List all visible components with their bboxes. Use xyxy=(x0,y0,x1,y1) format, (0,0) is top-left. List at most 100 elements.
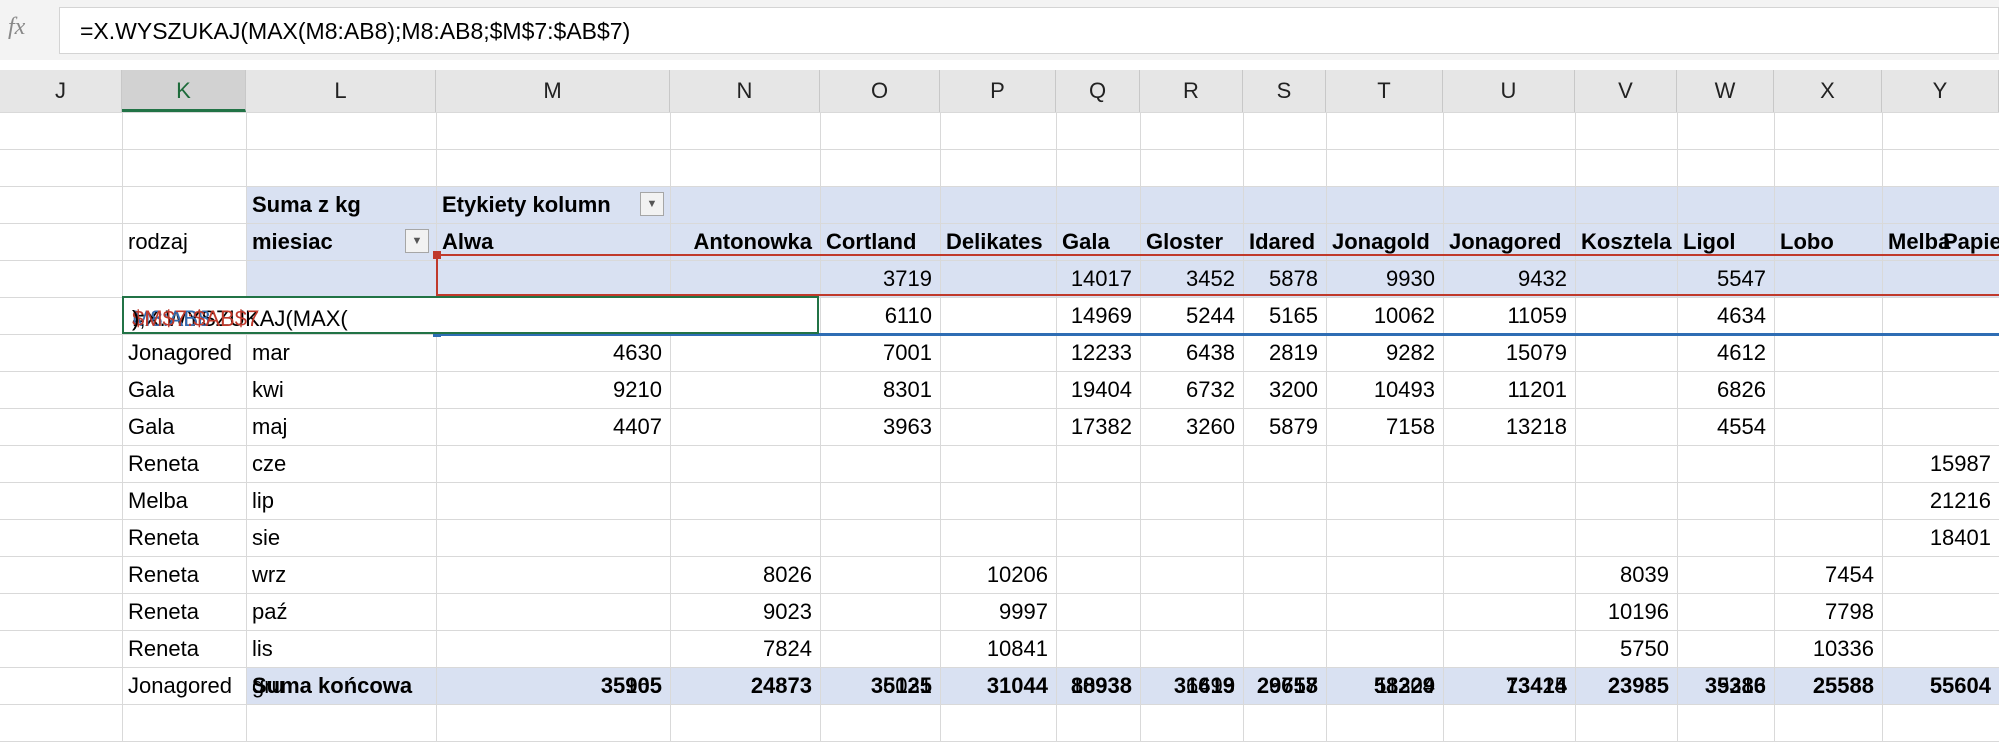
pivot-value-cell[interactable]: 5750 xyxy=(1575,630,1677,667)
grand-total-cell[interactable]: 58229 xyxy=(1326,667,1443,704)
pivot-value-cell[interactable]: 10493 xyxy=(1326,371,1443,408)
column-header-n[interactable]: N xyxy=(670,70,820,112)
row-filter-dropdown-icon[interactable]: ▼ xyxy=(405,229,429,253)
worksheet-grid[interactable]: JKLMNOPQRSTUVWXY Suma z kg Etykiety kolum… xyxy=(0,70,1999,742)
rodzaj-cell[interactable]: Reneta xyxy=(122,593,246,630)
function-icon[interactable]: fx xyxy=(8,14,25,41)
column-header-t[interactable]: T xyxy=(1326,70,1443,112)
pivot-value-cell[interactable]: 13218 xyxy=(1443,408,1575,445)
pivot-value-cell[interactable]: 6110 xyxy=(820,297,940,334)
pivot-value-cell[interactable]: 10062 xyxy=(1326,297,1443,334)
pivot-value-cell[interactable]: 5879 xyxy=(1243,408,1326,445)
grand-total-cell[interactable]: 24873 xyxy=(670,667,820,704)
pivot-value-cell[interactable]: 6826 xyxy=(1677,371,1774,408)
grand-total-cell[interactable]: 35905 xyxy=(436,667,670,704)
pivot-value-cell[interactable]: 10196 xyxy=(1575,593,1677,630)
rodzaj-cell[interactable]: Gala xyxy=(122,408,246,445)
column-header-u[interactable]: U xyxy=(1443,70,1575,112)
month-label[interactable]: paź xyxy=(246,593,436,630)
rodzaj-cell[interactable]: Jonagored xyxy=(122,667,246,704)
helper-header-rodzaj[interactable]: rodzaj xyxy=(122,223,246,260)
pivot-value-cell[interactable]: 10336 xyxy=(1774,630,1882,667)
pivot-value-cell[interactable]: 9282 xyxy=(1326,334,1443,371)
pivot-value-cell[interactable]: 7001 xyxy=(820,334,940,371)
month-label[interactable]: mar xyxy=(246,334,436,371)
pivot-value-cell[interactable]: 10841 xyxy=(940,630,1056,667)
month-label[interactable]: sie xyxy=(246,519,436,556)
pivot-value-cell[interactable]: 8301 xyxy=(820,371,940,408)
pivot-value-cell[interactable]: 4612 xyxy=(1677,334,1774,371)
pivot-value-cell[interactable]: 9023 xyxy=(670,593,820,630)
grand-total-cell[interactable]: 29658 xyxy=(1243,667,1326,704)
grand-total-cell[interactable]: 25588 xyxy=(1774,667,1882,704)
column-header-o[interactable]: O xyxy=(820,70,940,112)
grand-total-cell[interactable]: 31619 xyxy=(1140,667,1243,704)
rodzaj-cell[interactable]: Reneta xyxy=(122,630,246,667)
pivot-columns-label[interactable]: Etykiety kolumn xyxy=(436,186,670,223)
pivot-value-cell[interactable]: 6438 xyxy=(1140,334,1243,371)
month-label[interactable]: lip xyxy=(246,482,436,519)
month-label[interactable]: cze xyxy=(246,445,436,482)
column-header-r[interactable]: R xyxy=(1140,70,1243,112)
pivot-value-cell[interactable]: 4554 xyxy=(1677,408,1774,445)
rodzaj-cell[interactable]: Reneta xyxy=(122,445,246,482)
column-header-x[interactable]: X xyxy=(1774,70,1882,112)
pivot-value-cell[interactable]: 3963 xyxy=(820,408,940,445)
pivot-value-cell[interactable]: 21216 xyxy=(1882,482,1999,519)
rodzaj-cell[interactable]: Melba xyxy=(122,482,246,519)
grand-total-cell[interactable]: 35125 xyxy=(820,667,940,704)
pivot-value-cell[interactable]: 10206 xyxy=(940,556,1056,593)
pivot-value-cell[interactable]: 3200 xyxy=(1243,371,1326,408)
pivot-value-cell[interactable]: 15079 xyxy=(1443,334,1575,371)
pivot-value-cell[interactable]: 3260 xyxy=(1140,408,1243,445)
pivot-value-cell[interactable]: 11059 xyxy=(1443,297,1575,334)
month-label[interactable]: kwi xyxy=(246,371,436,408)
column-header-j[interactable]: J xyxy=(0,70,122,112)
pivot-value-cell[interactable]: 15987 xyxy=(1882,445,1999,482)
pivot-value-cell[interactable]: 17382 xyxy=(1056,408,1140,445)
pivot-value-cell[interactable]: 12233 xyxy=(1056,334,1140,371)
pivot-value-cell[interactable]: 18401 xyxy=(1882,519,1999,556)
pivot-value-cell[interactable]: 4634 xyxy=(1677,297,1774,334)
rodzaj-cell[interactable]: Gala xyxy=(122,371,246,408)
pivot-value-cell[interactable]: 6732 xyxy=(1140,371,1243,408)
column-header-y[interactable]: Y xyxy=(1882,70,1999,112)
grand-total-cell[interactable]: 73414 xyxy=(1443,667,1575,704)
pivot-value-cell[interactable]: 5165 xyxy=(1243,297,1326,334)
month-label[interactable]: lis xyxy=(246,630,436,667)
rodzaj-cell[interactable]: Jonagored xyxy=(122,334,246,371)
grand-total-cell[interactable]: 35386 xyxy=(1677,667,1774,704)
pivot-value-cell[interactable]: 9210 xyxy=(436,371,670,408)
pivot-value-cell[interactable]: 2819 xyxy=(1243,334,1326,371)
pivot-value-cell[interactable]: 8026 xyxy=(670,556,820,593)
column-header-k[interactable]: K xyxy=(122,70,246,112)
month-label[interactable]: wrz xyxy=(246,556,436,593)
grand-total-cell[interactable]: 31044 xyxy=(940,667,1056,704)
pivot-value-cell[interactable]: 14969 xyxy=(1056,297,1140,334)
column-filter-dropdown-icon[interactable]: ▼ xyxy=(640,192,664,216)
pivot-value-cell[interactable]: 4407 xyxy=(436,408,670,445)
column-header-v[interactable]: V xyxy=(1575,70,1677,112)
column-header-w[interactable]: W xyxy=(1677,70,1774,112)
pivot-value-cell[interactable]: 7158 xyxy=(1326,408,1443,445)
pivot-value-cell[interactable]: 11201 xyxy=(1443,371,1575,408)
pivot-value-cell[interactable]: 9997 xyxy=(940,593,1056,630)
column-header-s[interactable]: S xyxy=(1243,70,1326,112)
pivot-value-cell[interactable]: 8039 xyxy=(1575,556,1677,593)
pivot-value-cell[interactable]: 5244 xyxy=(1140,297,1243,334)
rodzaj-cell[interactable]: Reneta xyxy=(122,519,246,556)
column-header-m[interactable]: M xyxy=(436,70,670,112)
column-header-p[interactable]: P xyxy=(940,70,1056,112)
rodzaj-cell[interactable]: Reneta xyxy=(122,556,246,593)
pivot-value-cell[interactable]: 7798 xyxy=(1774,593,1882,630)
grand-total-cell[interactable]: 55604 xyxy=(1882,667,1999,704)
pivot-value-cell[interactable]: 19404 xyxy=(1056,371,1140,408)
pivot-values-label[interactable]: Suma z kg xyxy=(246,186,436,223)
pivot-value-cell[interactable]: 4630 xyxy=(436,334,670,371)
active-cell-editor[interactable]: =X.WYSZUKAJ(MAX(M8:AB8); M8:AB8; $M$7:$AB$… xyxy=(122,296,819,334)
grand-total-cell[interactable]: 23985 xyxy=(1575,667,1677,704)
grand-total-cell[interactable]: 88938 xyxy=(1056,667,1140,704)
formula-input[interactable]: =X.WYSZUKAJ(MAX(M8:AB8);M8:AB8;$M$7:$AB$… xyxy=(59,7,1999,54)
column-header-q[interactable]: Q xyxy=(1056,70,1140,112)
pivot-value-cell[interactable]: 7454 xyxy=(1774,556,1882,593)
